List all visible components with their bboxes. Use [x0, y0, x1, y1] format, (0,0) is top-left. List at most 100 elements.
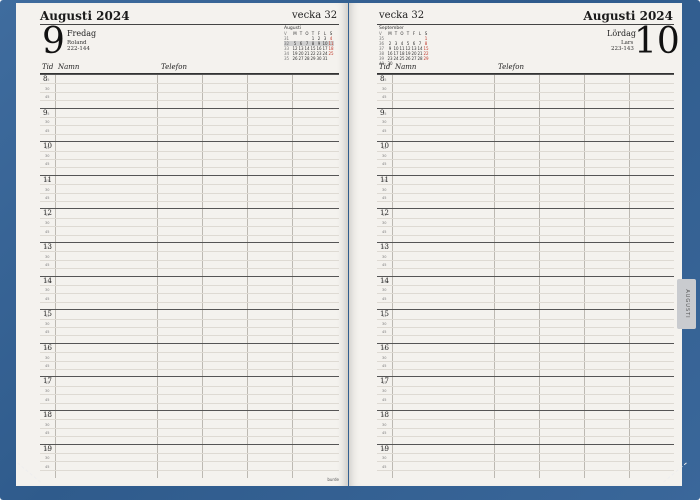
quarter-line	[377, 385, 674, 387]
quarter-line	[40, 402, 339, 404]
col-name-label: Namn	[395, 63, 417, 71]
quarter-label: 15	[382, 279, 387, 284]
quarter-label: 15	[382, 212, 387, 217]
quarter-label: 30	[382, 254, 387, 259]
mini-calendar-cell: 25	[328, 51, 334, 56]
quarter-label: 45	[45, 464, 50, 469]
quarter-line	[377, 234, 674, 236]
quarter-line	[40, 427, 339, 429]
quarter-label: 15	[382, 179, 387, 184]
quarter-line	[40, 234, 339, 236]
quarter-line	[40, 167, 339, 169]
hour-row[interactable]: 13 15 30 45	[377, 242, 674, 276]
quarter-label: 45	[45, 263, 50, 268]
hour-row[interactable]: 10 15 30 45	[40, 141, 339, 175]
hour-row[interactable]: 8 15 30 45	[40, 74, 339, 108]
hour-row[interactable]: 10 15 30 45	[377, 141, 674, 175]
quarter-line	[377, 293, 674, 295]
quarter-line	[40, 217, 339, 219]
quarter-label: 15	[382, 78, 387, 83]
hour-row[interactable]: 11 15 30 45	[40, 174, 339, 209]
quarter-label: 45	[45, 363, 50, 368]
quarter-line	[377, 268, 674, 270]
week-label: vecka 32	[292, 10, 338, 21]
hour-row[interactable]: 12 15 30 45	[40, 208, 339, 242]
hour-row[interactable]: 9 15 30 45	[377, 107, 674, 142]
hour-row[interactable]: 12 15 30 45	[377, 208, 674, 242]
quarter-label: 15	[382, 380, 387, 385]
quarter-label: 30	[382, 355, 387, 360]
hour-row[interactable]: 15 15 30 45	[40, 309, 339, 343]
quarter-label: 15	[382, 246, 387, 251]
weekday-label: Fredag	[67, 29, 97, 38]
quarter-label: 45	[382, 95, 387, 100]
day-number: 9	[42, 21, 65, 62]
quarter-label: 45	[382, 128, 387, 133]
hour-row[interactable]: 15 15 30 45	[377, 309, 674, 343]
quarter-label: 45	[382, 363, 387, 368]
quarter-label: 15	[45, 380, 50, 385]
hour-row[interactable]: 14 15 30 45	[40, 275, 339, 310]
col-time-label: Tid	[379, 63, 391, 71]
quarter-line	[377, 251, 674, 253]
quarter-line	[40, 360, 339, 362]
hour-row[interactable]: 14 15 30 45	[377, 275, 674, 310]
quarter-line	[377, 200, 674, 202]
hour-row[interactable]: 19 15 30 45	[377, 443, 674, 478]
quarter-label: 30	[382, 86, 387, 91]
quarter-line	[377, 192, 674, 194]
quarter-label: 30	[382, 389, 387, 394]
hour-row[interactable]: 17 15 30 45	[40, 376, 339, 410]
quarter-label: 15	[382, 145, 387, 150]
hour-row[interactable]: 18 15 30 45	[40, 410, 339, 444]
hour-row[interactable]: 16 15 30 45	[40, 342, 339, 377]
mini-calendar-cell: 29	[423, 56, 429, 61]
day-count: 222-144	[67, 46, 90, 52]
mini-calendar-week-row: 35 26 27 28 29 30 31	[284, 56, 334, 61]
week-label: vecka 32	[379, 10, 425, 21]
hour-row[interactable]: 18 15 30 45	[377, 410, 674, 444]
quarter-line	[40, 326, 339, 328]
quarter-line	[377, 452, 674, 454]
month-tab-label: AUGUSTI	[683, 289, 690, 319]
quarter-line	[40, 251, 339, 253]
month-index-tab[interactable]: AUGUSTI	[677, 279, 696, 329]
hour-row[interactable]: 11 15 30 45	[377, 174, 674, 209]
quarter-label: 15	[45, 179, 50, 184]
quarter-line	[377, 150, 674, 152]
quarter-label: 45	[45, 431, 50, 436]
quarter-label: 45	[45, 95, 50, 100]
quarter-line	[377, 326, 674, 328]
quarter-line	[377, 469, 674, 471]
hour-row[interactable]: 16 15 30 45	[377, 342, 674, 377]
mini-calendar-cell: 27	[411, 56, 417, 61]
hour-row[interactable]: 17 15 30 45	[377, 376, 674, 410]
quarter-label: 15	[45, 78, 50, 83]
quarter-label: 45	[45, 128, 50, 133]
quarter-line	[40, 192, 339, 194]
quarter-label: 30	[382, 422, 387, 427]
hour-row[interactable]: 13 15 30 45	[40, 242, 339, 276]
quarter-line	[377, 368, 674, 370]
schedule-grid: 8 15 30 45 9 15 30 45 10 15 30 45 11 15 30 45 12 15 30 45 13…	[40, 74, 339, 478]
quarter-label: 15	[45, 313, 50, 318]
quarter-label: 15	[45, 447, 50, 452]
day-count: 223-143	[611, 46, 634, 52]
quarter-line	[40, 368, 339, 370]
quarter-label: 45	[382, 296, 387, 301]
quarter-label: 30	[382, 456, 387, 461]
mini-calendar: September V M T O T F L S 35 1 36 2 3 4 5 6 7 8 37 9 10 11 12 1…	[379, 26, 429, 66]
quarter-label: 45	[45, 296, 50, 301]
quarter-line	[40, 83, 339, 85]
quarter-line	[40, 184, 339, 186]
quarter-label: 45	[382, 464, 387, 469]
hour-row[interactable]: 19 15 30 45	[40, 443, 339, 478]
hour-row[interactable]: 8 15 30 45	[377, 74, 674, 108]
hour-row[interactable]: 9 15 30 45	[40, 107, 339, 142]
quarter-label: 30	[45, 86, 50, 91]
quarter-label: 30	[382, 321, 387, 326]
quarter-label: 30	[45, 321, 50, 326]
quarter-line	[40, 469, 339, 471]
quarter-line	[40, 125, 339, 127]
quarter-label: 15	[45, 279, 50, 284]
